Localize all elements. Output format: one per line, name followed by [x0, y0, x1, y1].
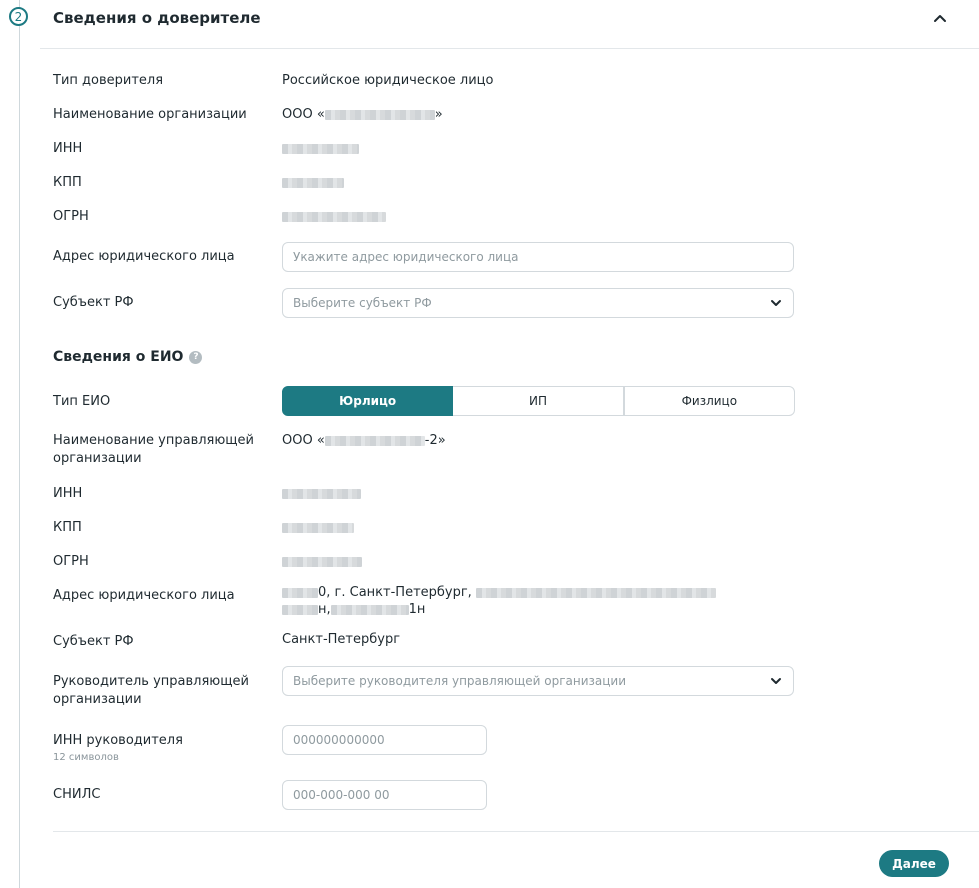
head-placeholder: Выберите руководителя управляющей органи…	[293, 674, 627, 688]
redacted-kpp	[282, 177, 344, 188]
redacted-street	[475, 587, 716, 598]
section-title: Сведения о доверителе	[53, 9, 261, 27]
head-inn-label-group: ИНН руководителя 12 символов	[53, 732, 183, 765]
eio-address-label: Адрес юридического лица	[53, 588, 235, 603]
mgmt-org-prefix: ООО «	[282, 433, 325, 448]
step-timeline-line	[19, 0, 20, 888]
principal-inn-label: ИНН	[53, 141, 83, 156]
redacted-org-name	[324, 109, 435, 120]
eio-address-part2: н,	[318, 602, 331, 617]
chevron-down-icon	[771, 300, 781, 306]
eio-address-part3: 1н	[408, 602, 426, 617]
principal-address-input[interactable]	[282, 242, 794, 272]
org-name-suffix: »	[434, 107, 443, 122]
eio-kpp-value	[282, 519, 354, 537]
eio-region-value: Санкт-Петербург	[282, 632, 401, 647]
eio-region-label: Субъект РФ	[53, 634, 134, 649]
mgmt-org-value: ООО « -2»	[282, 432, 446, 450]
eio-type-label: Тип ЕИО	[53, 394, 111, 409]
principal-type-label: Тип доверителя	[53, 73, 164, 88]
eio-kpp-label: КПП	[53, 520, 82, 535]
org-name-prefix: ООО «	[282, 107, 325, 122]
chevron-up-icon	[934, 15, 946, 22]
head-inn-label: ИНН руководителя	[53, 733, 183, 748]
next-button[interactable]: Далее	[879, 850, 949, 877]
redacted-eio-ogrn	[282, 556, 362, 567]
principal-address-label: Адрес юридического лица	[53, 249, 235, 264]
section-divider-bottom	[53, 831, 979, 832]
eio-type-ip-button[interactable]: ИП	[453, 386, 624, 416]
eio-type-individual-button[interactable]: Физлицо	[623, 386, 795, 416]
mgmt-org-suffix: -2»	[424, 433, 446, 448]
redacted-postcode	[282, 587, 318, 598]
eio-section-heading: Сведения о ЕИО ?	[53, 349, 203, 365]
chevron-down-icon	[771, 678, 781, 684]
principal-ogrn-label: ОГРН	[53, 209, 89, 224]
principal-region-select[interactable]: Выберите субъект РФ	[282, 288, 794, 318]
head-inn-hint: 12 символов	[53, 752, 119, 763]
redacted-mgmt-org-name	[324, 435, 425, 446]
head-select[interactable]: Выберите руководителя управляющей органи…	[282, 666, 794, 696]
redacted-eio-kpp	[282, 522, 354, 533]
eio-title: Сведения о ЕИО	[53, 349, 184, 365]
eio-address-value: 0, г. Санкт-Петербург, н, 1н	[282, 584, 716, 618]
redacted-premises	[330, 604, 409, 615]
redacted-ogrn	[282, 211, 386, 222]
head-inn-input[interactable]	[282, 725, 487, 755]
principal-type-value: Российское юридическое лицо	[282, 73, 494, 88]
principal-region-label: Субъект РФ	[53, 295, 134, 310]
eio-ogrn-label: ОГРН	[53, 554, 89, 569]
principal-kpp-label: КПП	[53, 175, 82, 190]
redacted-building	[282, 604, 318, 615]
eio-address-part1: 0, г. Санкт-Петербург,	[318, 585, 472, 600]
redacted-eio-inn	[282, 488, 361, 499]
principal-inn-value	[282, 140, 359, 158]
collapse-section-button[interactable]	[928, 8, 952, 30]
question-icon[interactable]: ?	[189, 350, 203, 364]
principal-region-placeholder: Выберите субъект РФ	[293, 296, 432, 310]
eio-ogrn-value	[282, 553, 362, 571]
org-name-value: ООО « »	[282, 106, 443, 124]
eio-inn-value	[282, 485, 361, 503]
step-number-badge: 2	[9, 7, 28, 26]
mgmt-org-label: Наименование управляющей организации	[53, 433, 254, 466]
snils-label: СНИЛС	[53, 787, 101, 802]
principal-kpp-value	[282, 174, 344, 192]
snils-input[interactable]	[282, 780, 487, 810]
eio-inn-label: ИНН	[53, 486, 83, 501]
eio-type-legal-entity-button[interactable]: Юрлицо	[282, 386, 454, 416]
head-label: Руководитель управляющей организации	[53, 674, 249, 707]
org-name-label: Наименование организации	[53, 107, 247, 122]
principal-ogrn-value	[282, 208, 386, 226]
redacted-inn	[282, 143, 359, 154]
eio-type-segmented-control: Юрлицо ИП Физлицо	[282, 386, 795, 416]
section-divider-top	[40, 48, 979, 49]
